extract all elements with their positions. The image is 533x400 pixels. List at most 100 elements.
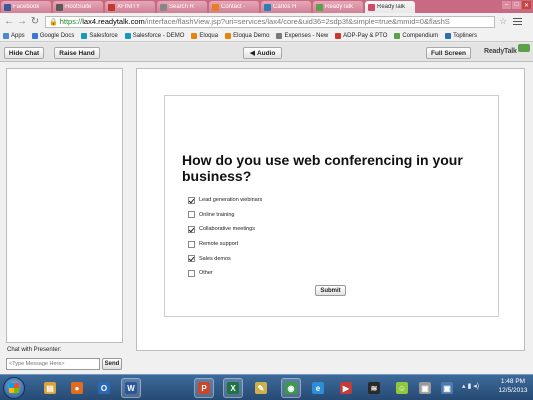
speaker-icon: ◀: [249, 50, 255, 57]
taskbar-app-app-13[interactable]: ▣: [415, 378, 435, 398]
audio-button-label: Audio: [256, 49, 276, 57]
browser-tab[interactable]: ReadyTalk: [313, 1, 363, 13]
hide-chat-button[interactable]: Hide Chat: [4, 47, 44, 59]
url-scheme: https://: [59, 17, 83, 26]
tab-label: XFINITY: [117, 4, 141, 10]
browser-tab[interactable]: Carlos H: [261, 1, 311, 13]
tab-label: ReadyTalk: [325, 4, 354, 10]
browser-tab[interactable]: Search R: [157, 1, 207, 13]
bookmarks-bar: Apps Google Docs Salesforce Salesforce - DE…: [0, 30, 533, 42]
audio-button[interactable]: ◀ Audio: [243, 47, 282, 59]
tab-favicon-icon: [56, 3, 63, 11]
taskbar-app-app-14[interactable]: ▣: [437, 378, 457, 398]
forward-arrow-icon[interactable]: →: [16, 16, 28, 28]
bookmark-item[interactable]: Apps: [3, 32, 25, 39]
browser-tab[interactable]: Contact -: [209, 1, 259, 13]
taskbar-app-explorer[interactable]: ▤: [40, 378, 60, 398]
app-14-icon: ▣: [441, 382, 453, 394]
browser-tab[interactable]: HootSuite: [53, 1, 103, 13]
chat-message-list[interactable]: [6, 68, 123, 343]
close-icon[interactable]: ✕: [522, 1, 531, 9]
bookmark-icon: [3, 32, 9, 39]
taskbar-app-internet-explorer[interactable]: e: [308, 378, 328, 398]
taskbar-app-powerpoint[interactable]: P: [194, 378, 214, 398]
full-screen-button[interactable]: Full Screen: [426, 47, 471, 59]
bookmark-icon: [191, 32, 198, 39]
url-host: lax4.readytalk.com: [82, 17, 145, 26]
windows-logo-icon: [9, 383, 19, 393]
bookmark-label: Salesforce: [89, 32, 118, 39]
poll-option: Lead generation webinars: [188, 193, 262, 208]
browser-tab[interactable]: XFINITY: [105, 1, 155, 13]
bookmark-item[interactable]: Salesforce - DEMO: [124, 32, 185, 39]
poll-option: Remote support: [188, 237, 262, 252]
raise-hand-button[interactable]: Raise Hand: [54, 47, 100, 59]
bookmark-label: Apps: [11, 32, 25, 39]
bookmark-item[interactable]: ADP-Pay & PTO: [335, 32, 388, 39]
poll-options: Lead generation webinars Online training C…: [188, 193, 262, 281]
taskbar-app-messenger[interactable]: ☺: [392, 378, 412, 398]
url-input[interactable]: 🔒 https:// lax4.readytalk.com /interface…: [45, 15, 495, 28]
bookmark-item[interactable]: Compendium: [394, 32, 438, 39]
taskbar-app-word[interactable]: W: [121, 378, 141, 398]
menu-icon[interactable]: [513, 16, 523, 27]
bookmark-item[interactable]: Google Docs: [31, 32, 74, 39]
poll-option-checkbox[interactable]: [188, 269, 195, 277]
taskbar-app-excel[interactable]: X: [223, 378, 243, 398]
bookmark-icon: [394, 32, 401, 39]
bookmark-label: ADP-Pay & PTO: [343, 32, 388, 39]
maximize-icon[interactable]: □: [512, 1, 521, 9]
poll-option-checkbox[interactable]: [188, 211, 195, 219]
poll-option-checkbox[interactable]: [188, 225, 195, 233]
bookmark-icon: [124, 32, 131, 39]
chrome-icon: ◉: [285, 382, 297, 394]
taskbar-app-media[interactable]: ▶: [336, 378, 356, 398]
clock-date: 12/5/2013: [498, 387, 528, 394]
windows-taskbar: ▴ ▮ ◂) 1:48 PM 12/5/2013 ▤ ● O W P X ✎ ◉ e ▶ ≋ ☺ ▣ ▣: [0, 374, 533, 400]
taskbar-app-outlook[interactable]: O: [94, 378, 114, 398]
messenger-icon: ☺: [396, 382, 408, 394]
submit-button[interactable]: Submit: [315, 285, 346, 296]
taskbar-app-chrome[interactable]: ◉: [281, 378, 301, 398]
bookmark-item[interactable]: Salesforce: [81, 32, 118, 39]
taskbar-app-firefox[interactable]: ●: [67, 378, 87, 398]
bookmark-star-icon[interactable]: ☆: [499, 16, 507, 27]
meeting-content: Chat with Presenter: Send How do you use…: [0, 62, 533, 374]
bookmark-item[interactable]: Eloqua Demo: [225, 32, 269, 39]
tab-label: HootSuite: [65, 4, 92, 10]
readytalk-logo-icon: [518, 44, 530, 52]
back-arrow-icon[interactable]: ←: [3, 16, 15, 28]
browser-tab-strip: Facebook HootSuite XFINITY Search R Contact …: [0, 0, 533, 13]
bookmark-item[interactable]: Expenses - New: [276, 32, 328, 39]
browser-tab[interactable]: ReadyTalk: [365, 1, 415, 13]
minimize-icon[interactable]: –: [502, 1, 511, 9]
system-tray-icons[interactable]: ▴ ▮ ◂): [462, 382, 479, 390]
tab-label: Contact -: [221, 4, 246, 10]
bookmark-item[interactable]: Eloqua: [191, 32, 218, 39]
bookmark-icon: [81, 32, 88, 39]
send-button[interactable]: Send: [102, 358, 122, 370]
bookmark-label: Salesforce - DEMO: [132, 32, 185, 39]
poll-option-checkbox[interactable]: [188, 240, 195, 248]
chat-message-input[interactable]: [6, 358, 100, 370]
reload-icon[interactable]: ↻: [29, 16, 41, 28]
chat-label: Chat with Presenter:: [7, 347, 62, 353]
start-button[interactable]: [3, 377, 25, 399]
taskbar-app-paint[interactable]: ✎: [251, 378, 271, 398]
poll-option: Collaborative meetings: [188, 222, 262, 237]
address-bar: ← → ↻ 🔒 https:// lax4.readytalk.com /int…: [0, 13, 533, 30]
poll-option-label: Other: [199, 270, 213, 277]
readytalk-logo: ReadyTalk: [484, 48, 517, 55]
poll-option-checkbox[interactable]: [188, 196, 195, 204]
tab-label: ReadyTalk: [377, 4, 406, 10]
browser-tab[interactable]: Facebook: [1, 1, 51, 13]
poll-option: Online training: [188, 208, 262, 223]
taskbar-app-spotify[interactable]: ≋: [364, 378, 384, 398]
poll-option-label: Online training: [199, 211, 235, 218]
tab-label: Facebook: [13, 4, 40, 10]
clock-time: 1:48 PM: [500, 378, 526, 385]
poll-option-checkbox[interactable]: [188, 255, 195, 263]
clock[interactable]: 1:48 PM 12/5/2013: [495, 377, 531, 395]
app-13-icon: ▣: [419, 382, 431, 394]
bookmark-item[interactable]: Topliners: [445, 32, 477, 39]
